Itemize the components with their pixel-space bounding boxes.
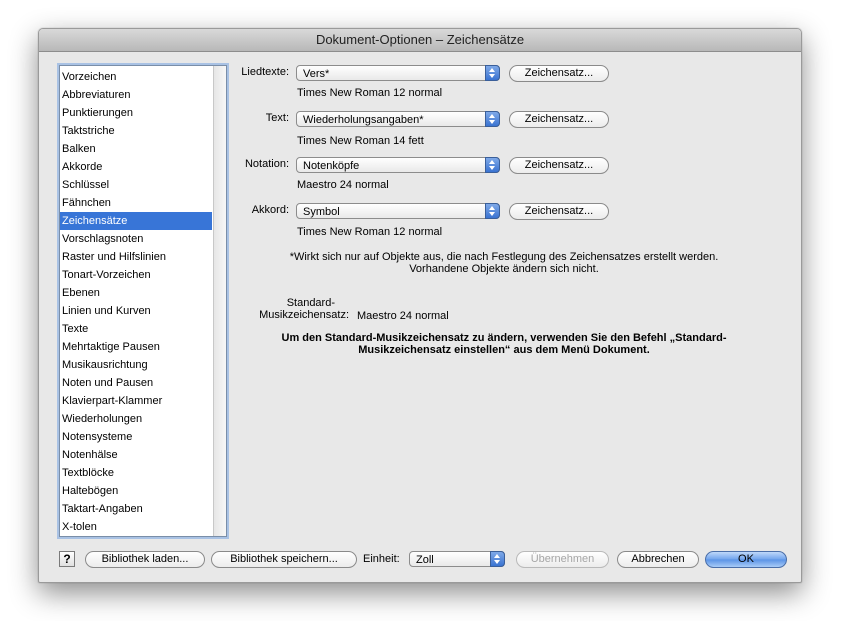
load-library-button[interactable]: Bibliothek laden... (85, 551, 205, 568)
lyrics-font-info: Times New Roman 12 normal (297, 87, 443, 99)
notation-font-value: Notenköpfe (303, 160, 360, 172)
category-item[interactable]: Haltebögen (60, 482, 212, 500)
category-item[interactable]: Akkorde (60, 158, 212, 176)
chord-font-button[interactable]: Zeichensatz... (509, 203, 609, 220)
chord-label: Akkord: (251, 204, 289, 216)
text-font-info: Times New Roman 14 fett (297, 135, 424, 147)
standard-font-instruction: Um den Standard-Musikzeichensatz zu ände… (229, 332, 779, 356)
category-item[interactable]: Noten und Pausen (60, 374, 212, 392)
lyrics-font-value: Vers* (303, 68, 330, 80)
category-item[interactable]: Abbreviaturen (60, 86, 212, 104)
lyrics-label: Liedtexte: (241, 66, 289, 78)
instruction-line1: Um den Standard-Musikzeichensatz zu ände… (281, 332, 727, 344)
category-item[interactable]: Tonart-Vorzeichen (60, 266, 212, 284)
category-item[interactable]: Musikausrichtung (60, 356, 212, 374)
help-button[interactable]: ? (59, 551, 75, 567)
chord-font-popup[interactable]: Symbol (296, 203, 500, 219)
popup-arrows-icon (485, 111, 500, 127)
category-item[interactable]: Taktstriche (60, 122, 212, 140)
category-item[interactable]: Ebenen (60, 284, 212, 302)
standard-font-label-line1: Standard- (286, 297, 335, 309)
instruction-line2: Musikzeichensatz einstellen“ aus dem Men… (358, 344, 650, 356)
standard-font-label-line2: Musikzeichensatz: (259, 309, 349, 321)
notation-font-popup[interactable]: Notenköpfe (296, 157, 500, 173)
document-options-dialog: Dokument-Optionen – Zeichensätze Vorzeic… (38, 28, 802, 583)
category-item[interactable]: Notenhälse (60, 446, 212, 464)
lyrics-font-popup[interactable]: Vers* (296, 65, 500, 81)
category-item[interactable]: Textblöcke (60, 464, 212, 482)
category-item[interactable]: Raster und Hilfslinien (60, 248, 212, 266)
category-item[interactable]: Fähnchen (60, 194, 212, 212)
standard-font-value: Maestro 24 normal (357, 310, 449, 322)
category-item[interactable]: Wiederholungen (60, 410, 212, 428)
category-item[interactable]: Vorschlagsnoten (60, 230, 212, 248)
category-list[interactable]: Vorzeichen Abbreviaturen Punktierungen Takt… (59, 65, 227, 537)
category-item[interactable]: Mehrtaktige Pausen (60, 338, 212, 356)
category-list-items: Vorzeichen Abbreviaturen Punktierungen Takt… (60, 68, 212, 536)
chord-font-value: Symbol (303, 206, 340, 218)
chord-font-info: Times New Roman 12 normal (297, 226, 443, 238)
unit-label: Einheit: (363, 553, 400, 565)
text-font-button[interactable]: Zeichensatz... (509, 111, 609, 128)
category-item[interactable]: Notensysteme (60, 428, 212, 446)
text-label: Text: (265, 112, 289, 124)
category-item[interactable]: Zeichensätze (60, 212, 212, 230)
category-item[interactable]: Vorzeichen (60, 68, 212, 86)
ok-button[interactable]: OK (705, 551, 787, 568)
font-note-line1: *Wirkt sich nur auf Objekte aus, die nac… (289, 251, 719, 263)
notation-label: Notation: (244, 158, 289, 170)
category-item[interactable]: X-tolen (60, 518, 212, 536)
save-library-button[interactable]: Bibliothek speichern... (211, 551, 357, 568)
popup-arrows-icon (485, 203, 500, 219)
notation-font-button[interactable]: Zeichensatz... (509, 157, 609, 174)
popup-arrows-icon (490, 551, 505, 567)
apply-button[interactable]: Übernehmen (516, 551, 609, 568)
unit-popup[interactable]: Zoll (409, 551, 505, 567)
unit-value: Zoll (416, 554, 434, 566)
category-item[interactable]: Klavierpart-Klammer (60, 392, 212, 410)
category-list-scrollbar[interactable] (213, 66, 226, 536)
font-note: *Wirkt sich nur auf Objekte aus, die nac… (229, 251, 779, 275)
category-item[interactable]: Schlüssel (60, 176, 212, 194)
notation-font-info: Maestro 24 normal (297, 179, 389, 191)
category-item[interactable]: Linien und Kurven (60, 302, 212, 320)
popup-arrows-icon (485, 157, 500, 173)
category-item[interactable]: Texte (60, 320, 212, 338)
category-item[interactable]: Balken (60, 140, 212, 158)
window-title: Dokument-Optionen – Zeichensätze (39, 29, 801, 52)
text-font-value: Wiederholungsangaben* (303, 114, 424, 126)
lyrics-font-button[interactable]: Zeichensatz... (509, 65, 609, 82)
category-item[interactable]: Punktierungen (60, 104, 212, 122)
popup-arrows-icon (485, 65, 500, 81)
standard-font-label: Standard- Musikzeichensatz: (249, 297, 349, 321)
cancel-button[interactable]: Abbrechen (617, 551, 699, 568)
font-note-line2: Vorhandene Objekte ändern sich nicht. (409, 263, 599, 275)
category-item[interactable]: Taktart-Angaben (60, 500, 212, 518)
text-font-popup[interactable]: Wiederholungsangaben* (296, 111, 500, 127)
